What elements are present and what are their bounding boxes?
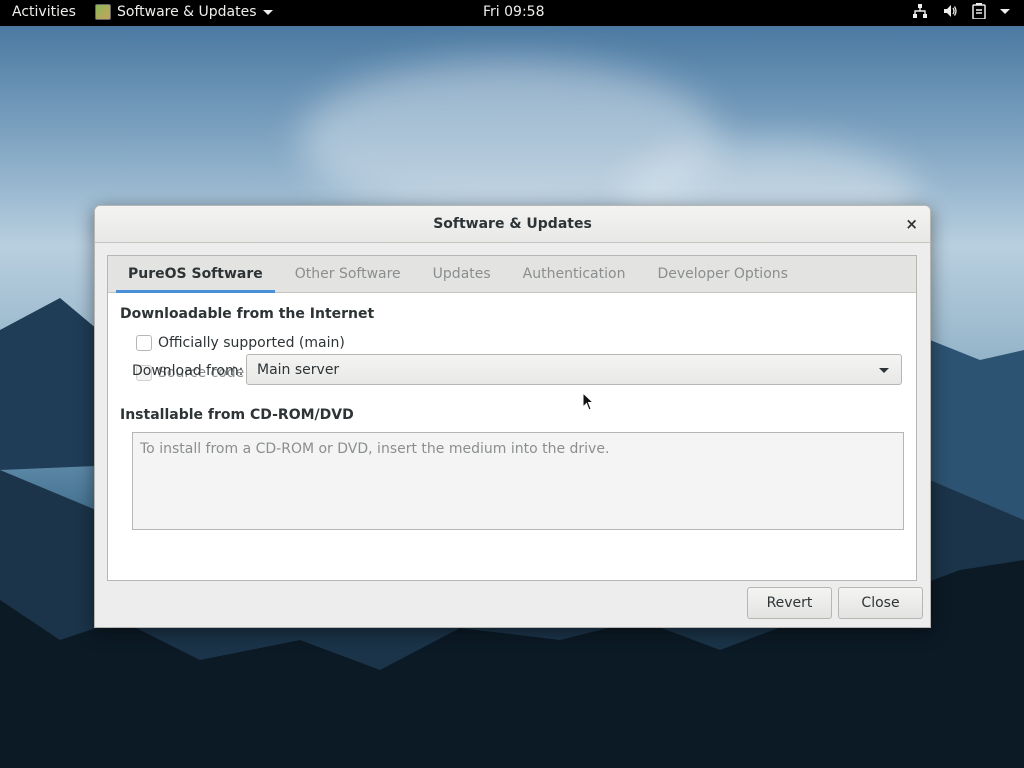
revert-button[interactable]: Revert xyxy=(747,587,832,619)
tab-authentication[interactable]: Authentication xyxy=(511,256,638,292)
dropdown-value: Main server xyxy=(257,362,340,378)
system-tray[interactable] xyxy=(912,3,1010,19)
cdrom-section-title: Installable from CD-ROM/DVD xyxy=(120,407,354,423)
close-button[interactable]: Close xyxy=(838,587,923,619)
system-menu-arrow xyxy=(1000,8,1010,14)
tab-other-software[interactable]: Other Software xyxy=(283,256,413,292)
dialog-titlebar[interactable]: Software & Updates × xyxy=(95,206,930,243)
checkbox-label: Officially supported (main) xyxy=(158,335,345,351)
internet-section-title: Downloadable from the Internet xyxy=(120,306,375,322)
tab-pureos-software[interactable]: PureOS Software xyxy=(116,256,275,293)
tab-notebook: PureOS Software Other Software Updates A… xyxy=(107,255,917,581)
cdrom-list: To install from a CD-ROM or DVD, insert … xyxy=(132,432,904,530)
download-server-dropdown[interactable]: Main server xyxy=(246,354,902,385)
app-menu[interactable]: Software & Updates xyxy=(95,4,273,20)
close-icon[interactable]: × xyxy=(905,206,918,242)
mouse-pointer-icon xyxy=(582,392,595,411)
volume-icon xyxy=(944,5,957,17)
chevron-down-icon xyxy=(879,368,889,373)
battery-icon xyxy=(972,3,986,19)
checkbox-box[interactable] xyxy=(136,335,152,351)
clock[interactable]: Fri 09:58 xyxy=(483,4,544,20)
tab-developer-options[interactable]: Developer Options xyxy=(645,256,799,292)
download-from-label: Download from: xyxy=(132,363,244,379)
official-support-checkbox[interactable]: Officially supported (main) xyxy=(136,335,345,351)
software-updates-icon xyxy=(95,4,111,20)
chevron-down-icon xyxy=(262,9,273,15)
dialog-title: Software & Updates xyxy=(433,216,592,232)
software-updates-dialog: Software & Updates × PureOS Software Oth… xyxy=(94,205,931,628)
tab-bar: PureOS Software Other Software Updates A… xyxy=(108,256,916,293)
activities-button[interactable]: Activities xyxy=(12,4,76,20)
tab-updates[interactable]: Updates xyxy=(421,256,503,292)
app-menu-label: Software & Updates xyxy=(117,4,257,20)
network-icon xyxy=(913,4,927,18)
cdrom-placeholder: To install from a CD-ROM or DVD, insert … xyxy=(140,441,610,457)
top-bar: Activities Software & Updates Fri 09:58 xyxy=(0,0,1024,26)
